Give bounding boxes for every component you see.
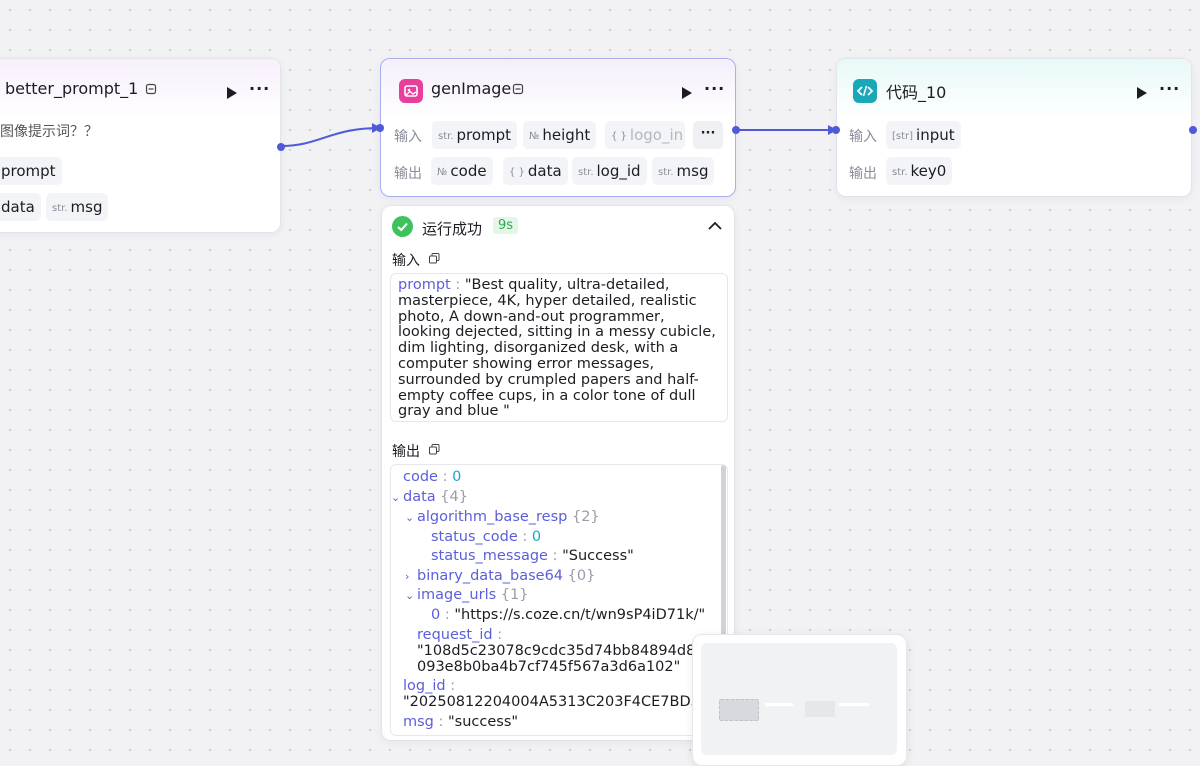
more-icon[interactable]: ··· bbox=[704, 79, 725, 98]
output-port[interactable] bbox=[277, 143, 285, 151]
tree-code: code : 0 bbox=[403, 469, 462, 485]
prompt-value: "Best quality, ultra-detailed, masterpie… bbox=[398, 277, 716, 420]
run-result-panel: 运行成功 9s 输入 prompt : "Best quality, ultra… bbox=[381, 205, 735, 741]
output-tag-key0: str. key0 bbox=[886, 157, 953, 185]
minimap-node bbox=[719, 699, 759, 721]
input-section-title: 输入 bbox=[392, 253, 420, 269]
edge-left-to-gen bbox=[280, 127, 381, 147]
minimap-viewport[interactable] bbox=[701, 643, 897, 755]
chevron-down-icon: ⌄ bbox=[405, 589, 415, 602]
run-icon[interactable] bbox=[682, 87, 692, 99]
copy-icon[interactable] bbox=[429, 253, 440, 264]
output-tag-msg: str. msg bbox=[652, 157, 715, 185]
tree-request-id-val-2: 093e8b0ba4b7cf745f567a3d6a102" bbox=[417, 659, 681, 675]
badge-icon bbox=[512, 83, 524, 95]
output-tag-code: № code bbox=[431, 157, 493, 185]
output-tag-msg: str. msg bbox=[46, 193, 109, 221]
node-title: 代码_10 bbox=[886, 83, 947, 102]
output-tag-data: { } data bbox=[503, 157, 568, 185]
tree-log-id-val: "20250812204004A5313C203F4CE7BD364 bbox=[403, 694, 719, 710]
run-icon[interactable] bbox=[1137, 87, 1147, 99]
code-icon bbox=[853, 79, 877, 103]
output-section-title: 输出 bbox=[392, 444, 420, 460]
tree-status-code: status_code : 0 bbox=[431, 529, 542, 545]
input-json-box: prompt : "Best quality, ultra-detailed, … bbox=[390, 273, 728, 422]
output-port[interactable] bbox=[732, 126, 740, 134]
chevron-up-icon[interactable] bbox=[707, 218, 723, 234]
gen-image-icon bbox=[399, 79, 423, 103]
prompt-line: prompt : "Best quality, ultra-detailed, … bbox=[398, 277, 716, 420]
input-port[interactable] bbox=[376, 124, 384, 132]
output-json-box: code : 0 ⌄ data {4} ⌄ algorithm_base_resp … bbox=[390, 464, 728, 736]
minimap[interactable] bbox=[692, 634, 907, 766]
copy-icon[interactable] bbox=[429, 444, 440, 455]
node-code[interactable]: 代码_10 ··· 输入 [str] input 输出 str. key0 bbox=[832, 58, 1197, 197]
input-tag-prompt: str. prompt bbox=[432, 121, 518, 149]
duration-badge: 9s bbox=[493, 217, 519, 234]
more-icon[interactable]: ··· bbox=[249, 79, 270, 98]
node-better-prompt[interactable]: better_prompt_1 ··· 图像提示词？？ prompt data … bbox=[0, 58, 285, 233]
output-label: 输出 bbox=[849, 166, 877, 182]
input-port[interactable] bbox=[832, 126, 840, 134]
output-tag-data: data bbox=[0, 193, 41, 221]
minimap-node bbox=[765, 703, 793, 706]
node-genimage[interactable]: genImage ··· 输入 str. prompt № height { } lo… bbox=[376, 58, 740, 197]
chevron-down-icon: ⌄ bbox=[405, 511, 415, 524]
node-title: genImage bbox=[431, 79, 512, 98]
run-status: 运行成功 bbox=[422, 220, 483, 238]
tree-status-message: status_message : "Success" bbox=[431, 548, 634, 564]
node-title: better_prompt_1 bbox=[5, 79, 139, 98]
tree-msg: msg : "success" bbox=[403, 714, 519, 730]
tree-url-0: 0 : "https://s.coze.cn/t/wn9sP4iD71k/" bbox=[431, 607, 706, 623]
tree-algorithm-base-resp[interactable]: ⌄ algorithm_base_resp {2} bbox=[405, 508, 600, 527]
input-tag-input: [str] input bbox=[886, 121, 961, 149]
badge-icon bbox=[145, 83, 157, 95]
input-label: 输入 bbox=[849, 129, 877, 145]
minimap-node bbox=[805, 701, 835, 717]
node-description: 图像提示词？？ bbox=[0, 124, 98, 140]
output-port[interactable] bbox=[1189, 126, 1197, 134]
chevron-down-icon: ⌄ bbox=[391, 491, 401, 504]
input-label: 输入 bbox=[394, 129, 422, 145]
minimap-node bbox=[839, 703, 869, 706]
tree-image-urls[interactable]: ⌄ image_urls {1} bbox=[405, 586, 528, 605]
output-tag-log-id: str. log_id bbox=[572, 157, 647, 185]
run-icon[interactable] bbox=[227, 87, 237, 99]
chevron-right-icon: › bbox=[405, 570, 410, 583]
tree-binary-data[interactable]: › binary_data_base64 {0} bbox=[405, 567, 595, 586]
prompt-key: prompt bbox=[398, 277, 451, 293]
tree-data[interactable]: ⌄ data {4} bbox=[391, 488, 468, 507]
input-tag-logo: { } logo_in bbox=[605, 121, 685, 149]
output-label: 输出 bbox=[394, 166, 422, 182]
more-icon[interactable]: ··· bbox=[1159, 79, 1180, 98]
more-inputs-button[interactable]: ··· bbox=[693, 121, 723, 149]
input-tag-prompt: prompt bbox=[0, 157, 62, 185]
success-icon bbox=[392, 216, 413, 237]
input-tag-height: № height bbox=[523, 121, 597, 149]
